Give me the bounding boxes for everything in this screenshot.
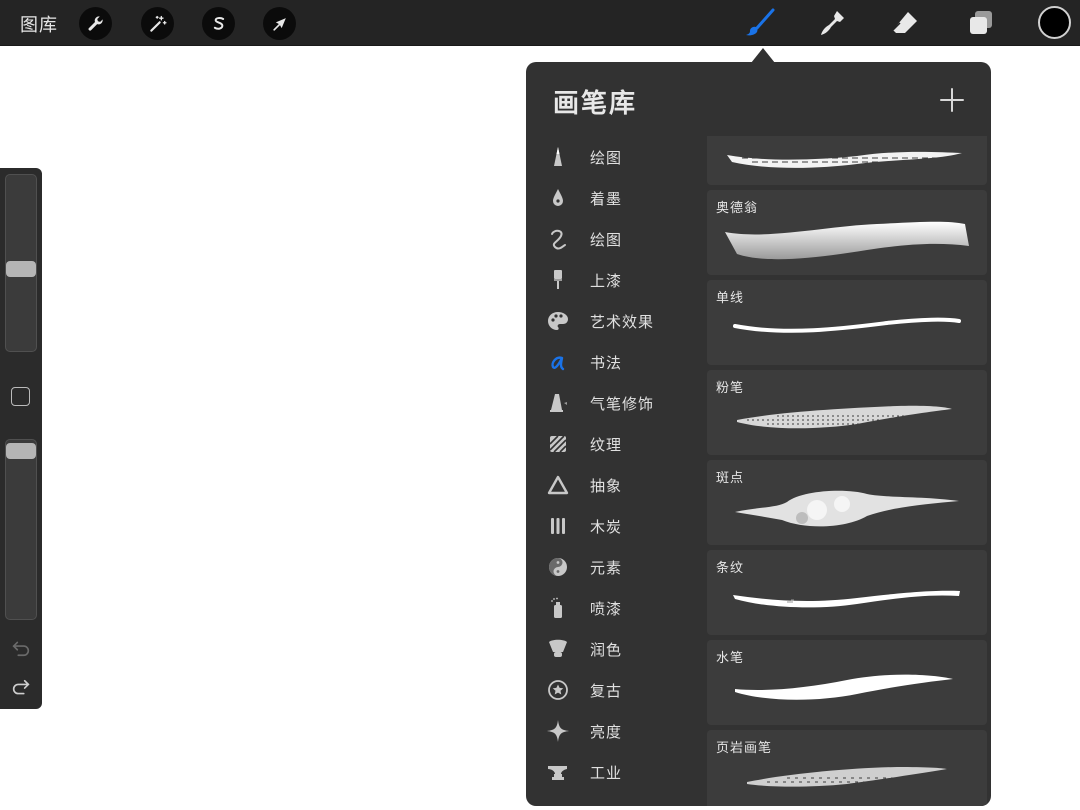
brush-stroke-preview [733, 317, 961, 333]
category-label: 气笔修饰 [590, 394, 655, 413]
category-item[interactable]: 绘图 [526, 220, 702, 258]
transform-arrow-icon [272, 17, 286, 31]
category-item[interactable]: 书法 [526, 343, 702, 381]
yin-yang-icon [545, 554, 571, 580]
category-label: 润色 [590, 640, 623, 659]
transform-button[interactable] [263, 7, 296, 40]
smudge-tool-button[interactable] [815, 6, 849, 40]
plus-icon[interactable] [938, 86, 966, 114]
brush-item[interactable]: 页岩画笔 [707, 730, 987, 806]
category-label: 工业 [590, 763, 623, 782]
brush-stroke-preview [733, 590, 960, 608]
sparkle-icon [545, 718, 571, 744]
category-label: 亮度 [590, 722, 623, 741]
category-item[interactable]: 艺术效果 [526, 302, 702, 340]
brush-stroke-preview [725, 221, 969, 260]
category-item[interactable]: 元素 [526, 548, 702, 586]
adjustments-button[interactable] [141, 7, 174, 40]
brush-library-title: 画笔库 [553, 89, 638, 119]
brush-category-list: 绘图 着墨 绘图 上漆 艺术效果 书法 气笔修饰 纹理 抽象 木炭 元素 喷漆 … [526, 136, 702, 806]
brush-size-thumb[interactable] [6, 261, 36, 277]
category-item[interactable]: 润色 [526, 630, 702, 668]
brush-opacity-slider[interactable] [5, 439, 37, 620]
triangle-icon [545, 472, 571, 498]
brush-stroke-preview [737, 405, 952, 429]
brush-item[interactable]: 奥德翁 [707, 190, 987, 275]
category-label: 木炭 [590, 517, 623, 536]
magic-wand-icon [149, 15, 167, 32]
calligraphy-a-icon [545, 349, 571, 375]
selection-s-icon [213, 16, 224, 30]
category-item[interactable]: 喷漆 [526, 589, 702, 627]
category-label: 元素 [590, 558, 623, 577]
airbrush-icon [545, 390, 571, 416]
wrench-icon [88, 15, 103, 31]
top-toolbar: 图库 [0, 0, 1080, 46]
paint-brush-icon [545, 267, 571, 293]
category-item[interactable]: 木炭 [526, 507, 702, 545]
gallery-button[interactable]: 图库 [20, 11, 58, 37]
category-item[interactable]: 亮度 [526, 712, 702, 750]
brush-stroke-preview [735, 674, 953, 700]
category-label: 书法 [590, 353, 623, 372]
ink-drop-icon [545, 185, 571, 211]
brush-item[interactable]: 水笔 [707, 640, 987, 725]
layers-tool-button[interactable] [964, 6, 998, 40]
category-label: 绘图 [590, 148, 623, 167]
anvil-icon [545, 759, 571, 785]
category-label: 抽象 [590, 476, 623, 495]
star-badge-icon [545, 677, 571, 703]
category-label: 喷漆 [590, 599, 623, 618]
undo-icon[interactable] [10, 636, 32, 658]
popover-arrow [751, 48, 775, 63]
spray-can-icon [545, 595, 571, 621]
brush-item[interactable] [707, 136, 987, 185]
brush-stroke-preview [747, 767, 947, 787]
category-item[interactable]: 工业 [526, 753, 702, 791]
eraser-tool-button[interactable] [888, 6, 922, 40]
color-picker-button[interactable] [1038, 6, 1071, 39]
category-item[interactable]: 绘图 [526, 138, 702, 176]
category-label: 着墨 [590, 189, 623, 208]
redo-icon[interactable] [10, 678, 32, 700]
category-label: 复古 [590, 681, 623, 700]
category-label: 上漆 [590, 271, 623, 290]
brush-item[interactable]: 单线 [707, 280, 987, 365]
left-sidebar [0, 168, 42, 709]
actions-button[interactable] [79, 7, 112, 40]
eraser-icon [892, 12, 917, 33]
brush-size-slider[interactable] [5, 174, 37, 352]
category-label: 纹理 [590, 435, 623, 454]
category-item[interactable]: 复古 [526, 671, 702, 709]
texture-icon [545, 431, 571, 457]
smudge-icon [821, 11, 844, 35]
brush-item[interactable]: 粉笔 [707, 370, 987, 455]
squiggle-icon [545, 226, 571, 252]
category-item[interactable]: 气笔修饰 [526, 384, 702, 422]
category-label: 艺术效果 [590, 312, 655, 331]
brush-tool-button[interactable] [743, 6, 777, 40]
brush-list: 奥德翁 单线 粉笔 斑点 条纹 水笔 页岩画笔 [707, 136, 987, 806]
selection-button[interactable] [202, 7, 235, 40]
layers-icon [970, 11, 992, 34]
palette-icon [545, 308, 571, 334]
modify-button[interactable] [11, 387, 30, 406]
category-item[interactable]: 纹理 [526, 425, 702, 463]
category-item[interactable]: 着墨 [526, 179, 702, 217]
charcoal-icon [545, 513, 571, 539]
brush-stroke-preview [727, 151, 962, 168]
brush-stroke-preview [735, 490, 959, 527]
retouch-icon [545, 636, 571, 662]
category-label: 绘图 [590, 230, 623, 249]
brush-item[interactable]: 条纹 [707, 550, 987, 635]
brush-opacity-thumb[interactable] [6, 443, 36, 459]
category-item[interactable]: 上漆 [526, 261, 702, 299]
brush-library-popover: 画笔库 绘图 着墨 绘图 上漆 艺术效果 书法 气笔修饰 纹理 抽象 木炭 元素… [526, 62, 991, 806]
category-item[interactable]: 抽象 [526, 466, 702, 504]
brush-item[interactable]: 斑点 [707, 460, 987, 545]
pencil-tip-icon [545, 144, 571, 170]
brush-icon [746, 8, 775, 36]
